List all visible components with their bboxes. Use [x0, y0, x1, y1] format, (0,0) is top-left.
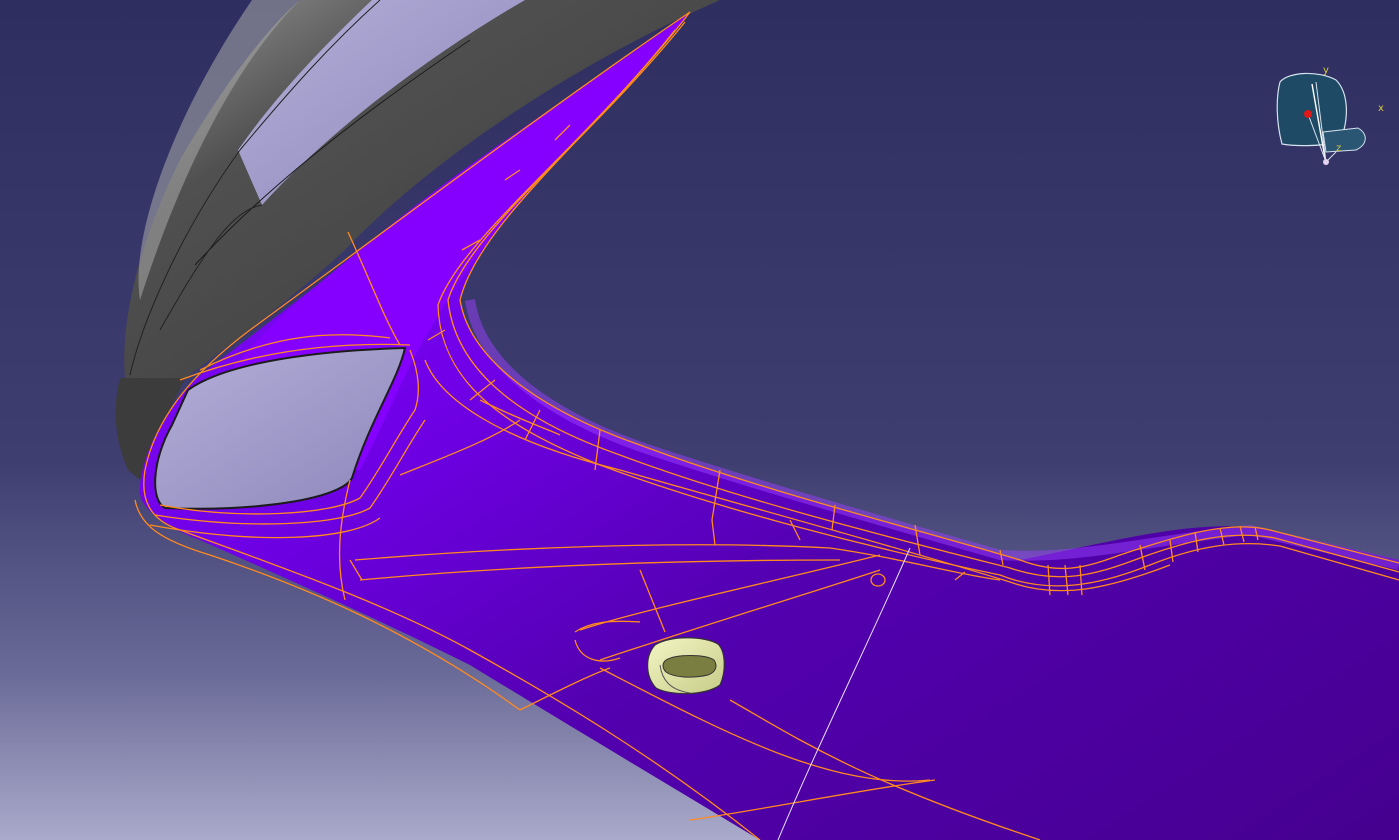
compass-z-label: z: [1336, 143, 1342, 154]
compass-x-label: x: [1378, 103, 1384, 114]
compass-widget[interactable]: y x z: [1268, 62, 1390, 172]
compass-icon: [1276, 72, 1366, 165]
clip-part[interactable]: [647, 637, 725, 695]
compass-y-label: y: [1323, 65, 1329, 76]
3d-viewport[interactable]: y x z: [0, 0, 1399, 840]
model-scene[interactable]: [0, 0, 1399, 840]
